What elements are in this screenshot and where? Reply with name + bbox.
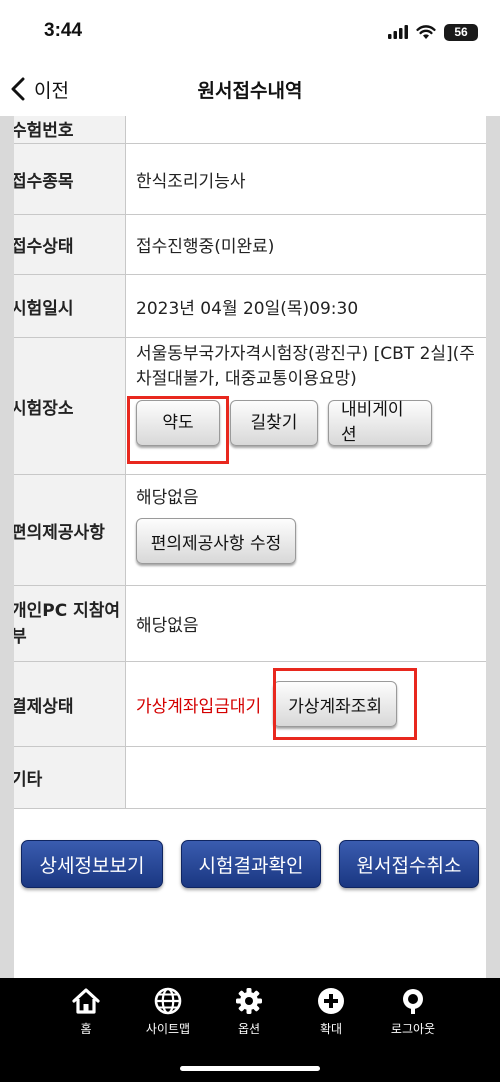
map-button[interactable]: 약도 — [136, 400, 220, 446]
row-value-status: 접수진행중(미완료) — [126, 215, 500, 274]
tab-label: 홈 — [80, 1022, 92, 1036]
row-label: 수험번호 — [0, 116, 126, 143]
left-gutter — [0, 116, 14, 978]
table-row-category: 접수종목 한식조리기능사 — [0, 144, 500, 215]
table-row-accommodations: 편의제공사항 해당없음 편의제공사항 수정 — [0, 475, 500, 586]
plus-circle-icon — [318, 988, 344, 1014]
tab-label: 로그아웃 — [390, 1022, 436, 1036]
exam-result-button[interactable]: 시험결과확인 — [181, 840, 321, 888]
tab-sitemap[interactable]: 사이트맵 — [123, 986, 213, 1037]
tab-label: 확대 — [319, 1022, 343, 1036]
content-area[interactable]: 수험번호 접수종목 한식조리기능사 접수상태 접수진행중(미완료) 시험일시 2… — [0, 116, 500, 978]
tab-label: 옵션 — [237, 1022, 261, 1036]
tab-options[interactable]: 옵션 — [204, 986, 294, 1037]
status-icons: 56 — [388, 22, 478, 42]
accommodation-button-group: 편의제공사항 수정 — [136, 518, 484, 564]
wifi-icon — [416, 24, 436, 39]
table-row-exam-date: 시험일시 2023년 04월 20일(목)09:30 — [0, 275, 500, 338]
bottom-tab-bar: 홈 사이트맵 옵션 확대 로그아웃 — [0, 978, 500, 1082]
table-row-exam-location: 시험장소 서울동부국가자격시험장(광진구) [CBT 2실](주차절대불가, 대… — [0, 338, 500, 475]
payment-status-text: 가상계좌입금대기 — [136, 696, 262, 717]
row-value: 2023년 04월 20일(목)09:30 — [126, 275, 500, 337]
table-row-etc: 기타 — [0, 747, 500, 809]
exam-location-text: 서울동부국가자격시험장(광진구) [CBT 2실](주차절대불가, 대중교통이용… — [136, 344, 475, 389]
row-label: 시험일시 — [0, 275, 126, 337]
home-indicator — [180, 1066, 320, 1071]
status-bar: 3:44 56 — [0, 0, 500, 62]
row-label: 결제상태 — [0, 662, 126, 746]
edit-accommodation-button[interactable]: 편의제공사항 수정 — [136, 518, 296, 564]
directions-button[interactable]: 길찾기 — [230, 400, 318, 446]
cellular-signal-icon — [388, 25, 408, 39]
nav-bar: 이전 원서접수내역 — [0, 62, 500, 116]
row-label: 기타 — [0, 747, 126, 808]
tab-zoom[interactable]: 확대 — [286, 986, 376, 1037]
tab-home[interactable]: 홈 — [41, 986, 131, 1037]
page-title: 원서접수내역 — [197, 80, 303, 102]
row-label: 접수종목 — [0, 144, 126, 214]
row-label: 편의제공사항 — [0, 475, 126, 585]
cancel-application-button[interactable]: 원서접수취소 — [339, 840, 479, 888]
row-label: 접수상태 — [0, 215, 126, 274]
tab-label: 사이트맵 — [145, 1022, 191, 1036]
row-label: 개인PC 지참여부 — [0, 586, 126, 661]
logout-icon — [403, 989, 423, 1014]
action-button-row: 상세정보보기 시험결과확인 원서접수취소 — [0, 840, 500, 888]
globe-icon — [154, 987, 182, 1015]
row-value — [126, 747, 500, 808]
application-info-table: 수험번호 접수종목 한식조리기능사 접수상태 접수진행중(미완료) 시험일시 2… — [0, 116, 500, 809]
table-row-payment-status: 결제상태 가상계좌입금대기 가상계좌조회 — [0, 662, 500, 747]
battery-icon: 56 — [444, 23, 478, 41]
virtual-account-lookup-button[interactable]: 가상계좌조회 — [273, 681, 398, 727]
navigation-button[interactable]: 내비게이션 — [328, 400, 432, 446]
table-row-exam-number: 수험번호 — [0, 116, 500, 144]
tab-logout[interactable]: 로그아웃 — [368, 986, 458, 1037]
status-time: 3:44 — [44, 20, 83, 41]
table-row-personal-pc: 개인PC 지참여부 해당없음 — [0, 586, 500, 662]
row-value: 해당없음 — [126, 586, 500, 661]
table-row-status: 접수상태 접수진행중(미완료) — [0, 215, 500, 275]
row-value: 해당없음 — [136, 488, 199, 508]
view-details-button[interactable]: 상세정보보기 — [21, 840, 163, 888]
row-value: 한식조리기능사 — [126, 144, 500, 214]
home-icon — [72, 988, 100, 1014]
scrollbar-track[interactable] — [486, 116, 500, 978]
row-label: 시험장소 — [0, 338, 126, 474]
location-button-group: 약도 길찾기 내비게이션 — [136, 400, 484, 446]
gear-icon — [236, 988, 262, 1014]
